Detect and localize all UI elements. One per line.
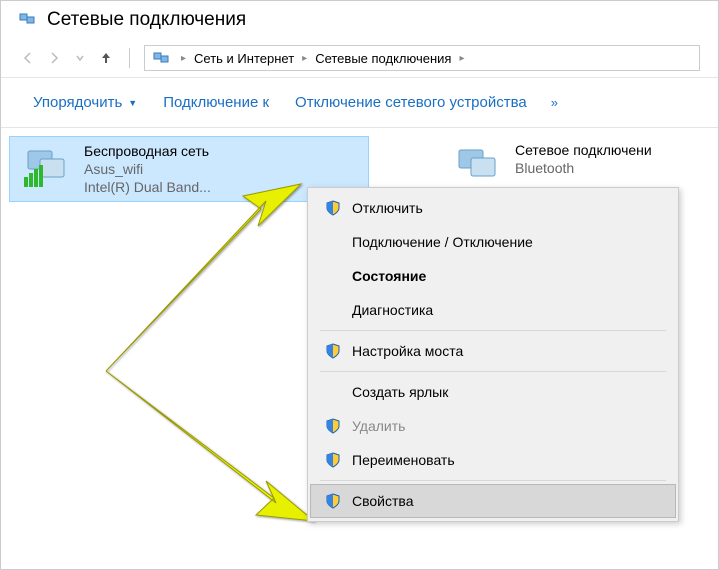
menu-connect-disconnect[interactable]: Подключение / Отключение	[310, 225, 676, 259]
address-bar[interactable]: ▸ Сеть и Интернет ▸ Сетевые подключения …	[144, 45, 700, 71]
recent-dropdown[interactable]	[71, 49, 89, 67]
chevron-down-icon: ▼	[128, 98, 137, 108]
adapter-type: Bluetooth	[515, 160, 652, 176]
menu-properties[interactable]: Свойства	[310, 484, 676, 518]
disable-device-button[interactable]: Отключение сетевого устройства	[285, 90, 537, 115]
separator	[129, 48, 130, 68]
menu-separator	[320, 330, 666, 331]
adapter-driver: Intel(R) Dual Band...	[84, 179, 211, 195]
menu-rename[interactable]: Переименовать	[310, 443, 676, 477]
menu-separator	[320, 371, 666, 372]
shield-icon	[324, 342, 342, 360]
up-button[interactable]	[97, 49, 115, 67]
menu-separator	[320, 480, 666, 481]
menu-disable[interactable]: Отключить	[310, 191, 676, 225]
back-button[interactable]	[19, 49, 37, 67]
adapter-ssid: Asus_wifi	[84, 161, 211, 177]
menu-delete: Удалить	[310, 409, 676, 443]
menu-status[interactable]: Состояние	[310, 259, 676, 293]
breadcrumb-item[interactable]: Сетевые подключения	[315, 51, 451, 66]
context-menu: Отключить Подключение / Отключение Состо…	[307, 187, 679, 522]
window-title: Сетевые подключения	[47, 9, 246, 31]
network-icon	[153, 50, 169, 66]
annotation-arrow-bottom	[96, 363, 326, 533]
shield-icon	[324, 492, 342, 510]
shield-icon	[324, 199, 342, 217]
wifi-adapter-icon	[18, 143, 74, 195]
chevron-right-icon: ▸	[298, 53, 311, 64]
network-connections-icon	[19, 11, 37, 29]
connect-button[interactable]: Подключение к	[153, 90, 279, 115]
adapter-name: Сетевое подключени	[515, 142, 652, 158]
breadcrumb-item[interactable]: Сеть и Интернет	[194, 51, 294, 66]
adapter-name: Беспроводная сеть	[84, 143, 211, 159]
shield-icon	[324, 417, 342, 435]
chevron-right-icon: ▸	[455, 53, 468, 64]
shield-icon	[324, 451, 342, 469]
menu-shortcut[interactable]: Создать ярлык	[310, 375, 676, 409]
menu-bridge[interactable]: Настройка моста	[310, 334, 676, 368]
menu-diagnostics[interactable]: Диагностика	[310, 293, 676, 327]
forward-button[interactable]	[45, 49, 63, 67]
chevron-right-icon: ▸	[177, 53, 190, 64]
organize-button[interactable]: Упорядочить ▼	[23, 90, 147, 115]
toolbar-overflow[interactable]: »	[543, 95, 566, 110]
